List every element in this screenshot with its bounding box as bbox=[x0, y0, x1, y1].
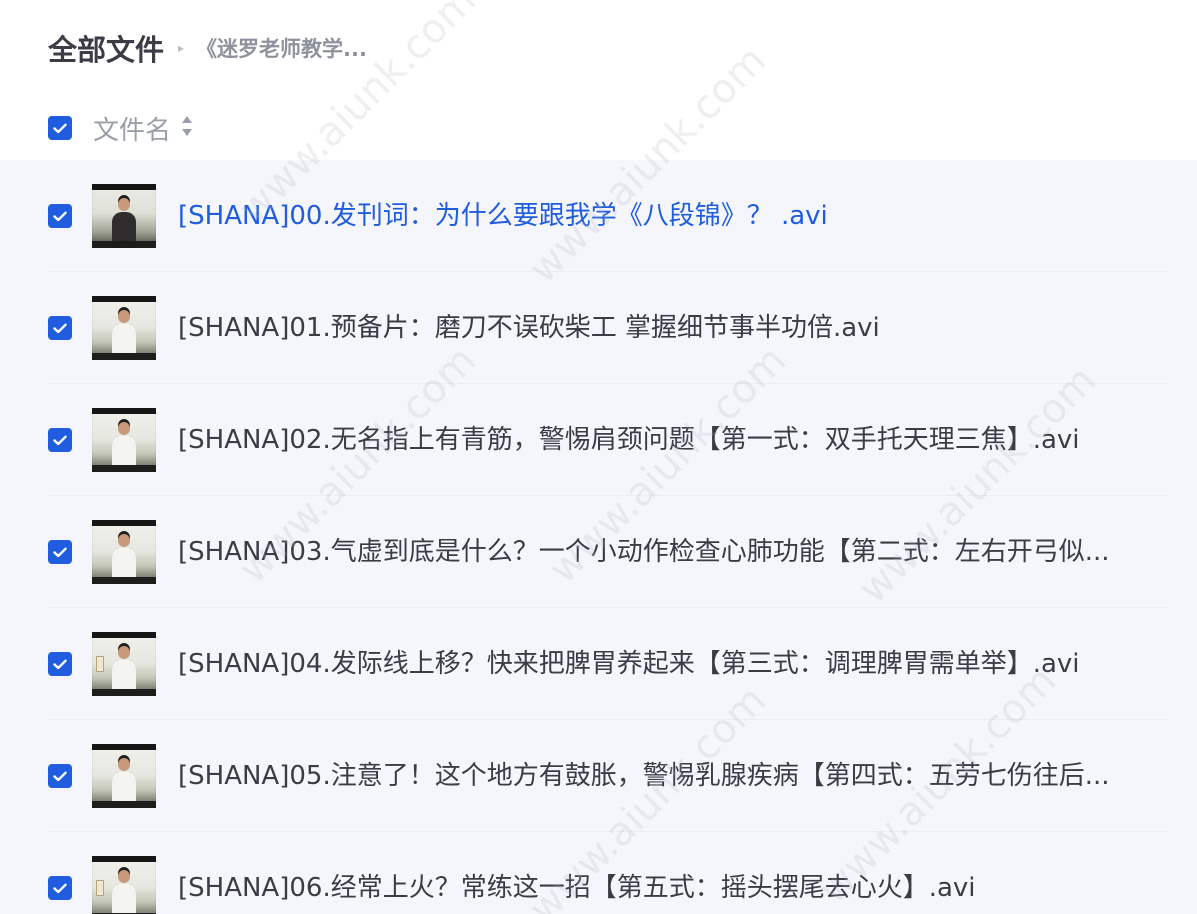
check-icon bbox=[53, 123, 67, 133]
breadcrumb-root[interactable]: 全部文件 bbox=[48, 27, 164, 69]
video-thumbnail bbox=[92, 184, 156, 248]
file-name[interactable]: [SHANA]03.气虚到底是什么？一个小动作检查心肺功能【第二式：左右开弓似.… bbox=[178, 496, 1168, 608]
row-checkbox[interactable] bbox=[48, 876, 72, 900]
row-checkbox[interactable] bbox=[48, 428, 72, 452]
video-thumbnail bbox=[92, 632, 156, 696]
list-header: 文件名 bbox=[48, 104, 193, 152]
file-name[interactable]: [SHANA]04.发际线上移？快来把脾胃养起来【第三式：调理脾胃需单举】.av… bbox=[178, 608, 1168, 720]
check-icon bbox=[53, 659, 67, 669]
check-icon bbox=[53, 771, 67, 781]
check-icon bbox=[53, 323, 67, 333]
row-checkbox[interactable] bbox=[48, 540, 72, 564]
file-name[interactable]: [SHANA]06.经常上火？常练这一招【第五式：摇头摆尾去心火】.avi bbox=[178, 832, 1168, 914]
video-thumbnail bbox=[92, 408, 156, 472]
video-thumbnail bbox=[92, 296, 156, 360]
file-row[interactable]: [SHANA]06.经常上火？常练这一招【第五式：摇头摆尾去心火】.avi bbox=[0, 832, 1197, 914]
file-row[interactable]: [SHANA]00.发刊词：为什么要跟我学《八段锦》？ .avi bbox=[0, 160, 1197, 272]
file-list: [SHANA]00.发刊词：为什么要跟我学《八段锦》？ .avi [SHANA]… bbox=[0, 160, 1197, 914]
file-row[interactable]: [SHANA]01.预备片：磨刀不误砍柴工 掌握细节事半功倍.avi bbox=[0, 272, 1197, 384]
file-browser: 全部文件 ▸ 《迷罗老师教学... 文件名 [SHANA]00.发刊词：为什么要… bbox=[0, 0, 1197, 914]
file-row[interactable]: [SHANA]05.注意了！这个地方有鼓胀，警惕乳腺疾病【第四式：五劳七伤往后.… bbox=[0, 720, 1197, 832]
video-thumbnail bbox=[92, 856, 156, 914]
column-header-filename[interactable]: 文件名 bbox=[93, 110, 171, 147]
sort-icon[interactable] bbox=[181, 115, 193, 141]
video-thumbnail bbox=[92, 744, 156, 808]
file-name[interactable]: [SHANA]01.预备片：磨刀不误砍柴工 掌握细节事半功倍.avi bbox=[178, 272, 1168, 384]
check-icon bbox=[53, 211, 67, 221]
file-row[interactable]: [SHANA]02.无名指上有青筋，警惕肩颈问题【第一式：双手托天理三焦】.av… bbox=[0, 384, 1197, 496]
check-icon bbox=[53, 435, 67, 445]
file-row[interactable]: [SHANA]04.发际线上移？快来把脾胃养起来【第三式：调理脾胃需单举】.av… bbox=[0, 608, 1197, 720]
select-all-checkbox[interactable] bbox=[48, 116, 72, 140]
file-name[interactable]: [SHANA]05.注意了！这个地方有鼓胀，警惕乳腺疾病【第四式：五劳七伤往后.… bbox=[178, 720, 1168, 832]
row-checkbox[interactable] bbox=[48, 204, 72, 228]
row-checkbox[interactable] bbox=[48, 652, 72, 676]
file-name[interactable]: [SHANA]02.无名指上有青筋，警惕肩颈问题【第一式：双手托天理三焦】.av… bbox=[178, 384, 1168, 496]
breadcrumb-separator-icon: ▸ bbox=[178, 41, 185, 55]
row-checkbox[interactable] bbox=[48, 316, 72, 340]
check-icon bbox=[53, 883, 67, 893]
check-icon bbox=[53, 547, 67, 557]
breadcrumb: 全部文件 ▸ 《迷罗老师教学... bbox=[48, 24, 367, 72]
breadcrumb-current-folder[interactable]: 《迷罗老师教学... bbox=[196, 33, 367, 63]
video-thumbnail bbox=[92, 520, 156, 584]
row-checkbox[interactable] bbox=[48, 764, 72, 788]
file-name[interactable]: [SHANA]00.发刊词：为什么要跟我学《八段锦》？ .avi bbox=[178, 160, 1168, 272]
file-row[interactable]: [SHANA]03.气虚到底是什么？一个小动作检查心肺功能【第二式：左右开弓似.… bbox=[0, 496, 1197, 608]
